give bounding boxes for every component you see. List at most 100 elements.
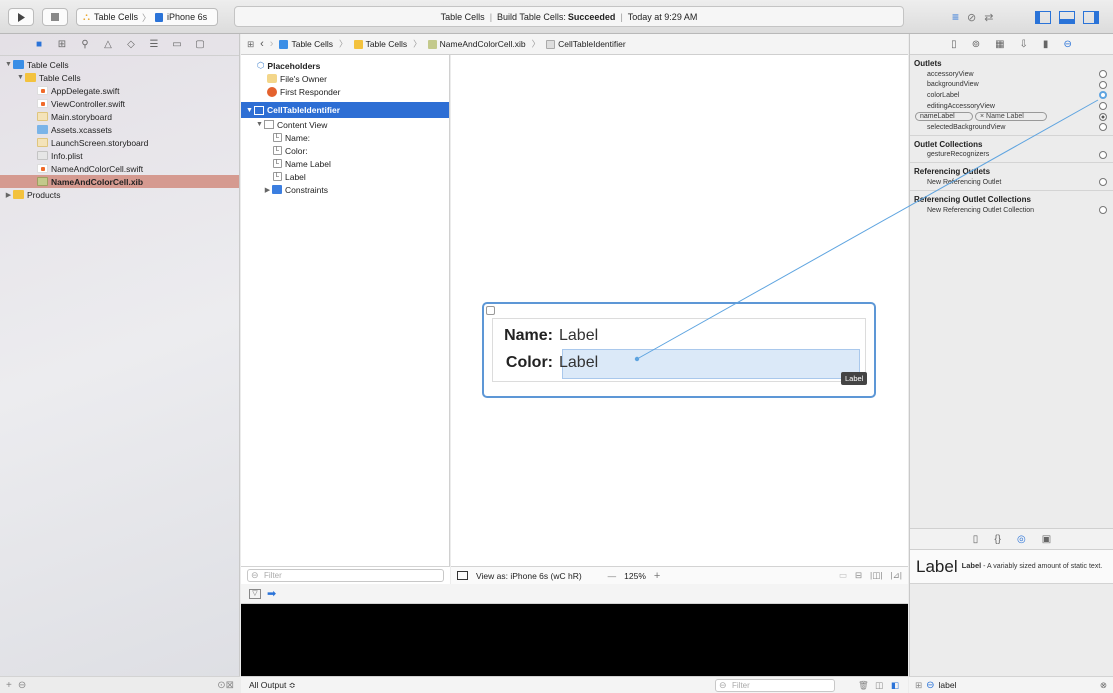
disclosure-triangle[interactable]: ▼ [16,74,25,81]
disclosure-triangle[interactable]: ▼ [4,61,13,68]
console-filter-input[interactable]: Filter [715,679,835,692]
run-button[interactable] [8,8,34,26]
size-icon[interactable]: ▮ [1043,39,1049,50]
navigator-item[interactable]: Main.storyboard [0,110,239,123]
outlet-connection-pill[interactable]: nameLabel × Name Label [915,112,1047,122]
color-value-label[interactable]: Label [559,354,598,372]
outline-files-owner[interactable]: File's Owner [241,72,449,85]
standard-editor-icon[interactable]: ≡ [952,10,959,24]
connection-well-icon[interactable] [1099,112,1107,121]
connection-well-icon[interactable] [1099,70,1107,79]
outline-cell[interactable]: ▼ CellTableIdentifier [241,102,449,118]
report-icon[interactable]: ▢ [195,39,206,50]
connection-well-icon[interactable] [1099,91,1107,100]
zoom-out-button[interactable]: — [608,571,617,581]
view-as-label[interactable]: View as: iPhone 6s (wC hR) [476,571,582,581]
navigator-item[interactable]: Info.plist [0,149,239,162]
scm-icon[interactable]: ⊠ [226,680,234,691]
debug-toggle-icon[interactable] [1059,10,1075,24]
object-library-icon[interactable]: ◎ [1017,534,1026,545]
scheme-selector[interactable]: ⛬ Table Cells 〉 iPhone 6s [76,8,218,26]
navigator-toggle-icon[interactable] [1035,10,1051,24]
connection-well-icon[interactable] [1099,102,1107,111]
navigator-item[interactable]: NameAndColorCell.swift [0,162,239,175]
file-template-icon[interactable]: ▯ [973,534,979,545]
split-left-icon[interactable]: ◫ [875,680,883,691]
symbol-icon[interactable]: ⊞ [57,39,68,50]
crumb-file[interactable]: NameAndColorCell.xib [427,39,526,49]
zoom-in-button[interactable]: + [654,570,660,582]
outline-toggle-icon[interactable] [457,571,468,580]
align-icon[interactable]: ⊟ [855,570,862,581]
breakpoints-toggle-icon[interactable]: ➡ [267,587,276,600]
outline-filter-input[interactable]: Filter [247,569,444,582]
recent-files-icon[interactable]: ⊙ [217,680,225,691]
pin-icon[interactable]: |◫| [870,570,882,581]
folder-icon[interactable]: ■ [34,39,45,50]
media-library-icon[interactable]: ▣ [1042,534,1051,545]
back-icon[interactable]: ‹ [260,38,264,50]
navigator-item[interactable]: ▼ Table Cells [0,71,239,84]
color-key-label[interactable]: Color: [499,354,553,372]
assistant-editor-icon[interactable]: ⊘ [967,11,976,24]
clear-search-icon[interactable]: ⊗ [1100,680,1107,691]
outline-label-name-label[interactable]: L Name Label [241,157,449,170]
outline-label-color[interactable]: L Color: [241,144,449,157]
disclosure-triangle[interactable]: ▶ [4,191,13,199]
search-icon[interactable]: ⚲ [80,39,91,50]
table-cell-prototype[interactable]: Name: Label Color: Label [482,302,876,398]
name-value-label[interactable]: Label [559,327,598,345]
connection-well-icon[interactable] [1099,123,1107,132]
filter-icon[interactable]: ⊖ [12,680,217,691]
utilities-toggle-icon[interactable] [1083,10,1099,24]
navigator-item[interactable]: ViewController.swift [0,97,239,110]
outline-filter-bar: Filter [241,566,450,584]
crumb-group[interactable]: Table Cells [353,39,407,49]
outline-content-view[interactable]: ▼ Content View [241,118,449,131]
connection-well-icon[interactable] [1099,178,1107,187]
outline-first-responder[interactable]: First Responder [241,85,449,98]
outline-constraints[interactable]: ▶ Constraints [241,183,449,196]
split-right-icon[interactable]: ◧ [891,680,899,691]
help-icon[interactable]: ⊚ [972,39,980,50]
outline-label-label[interactable]: L Label [241,170,449,183]
connection-well-icon[interactable] [1099,206,1107,215]
trash-icon[interactable]: 🗑 [858,680,869,691]
library-item-label[interactable]: Label Label - A variably sized amount of… [910,550,1113,584]
crumb-project[interactable]: Table Cells [279,39,333,49]
warning-icon[interactable]: △ [103,39,114,50]
navigator-item[interactable]: ▶ Products [0,188,239,201]
crumb-cell[interactable]: CellTableIdentifier [546,39,626,49]
navigator-item[interactable]: ▼ Table Cells [0,58,239,71]
outline-label-name[interactable]: L Name: [241,131,449,144]
output-selector[interactable]: All Output ≎ [249,680,296,691]
navigator-item[interactable]: AppDelegate.swift [0,84,239,97]
connection-well-icon[interactable] [1099,150,1107,159]
version-editor-icon[interactable]: ⇄ [984,11,993,24]
cell-close-icon[interactable] [486,306,495,315]
navigator-item[interactable]: LaunchScreen.storyboard [0,136,239,149]
forward-icon[interactable]: › [270,38,274,50]
related-items-icon[interactable]: ⊞ [247,39,254,50]
console-output[interactable] [241,604,908,676]
debug-icon[interactable]: ☰ [149,39,160,50]
grid-view-icon[interactable]: ⊞ [915,680,922,691]
file-icon[interactable]: ▯ [951,39,957,50]
code-snippet-icon[interactable]: {} [994,534,1001,545]
outline-placeholders[interactable]: ⬡ Placeholders [241,59,449,72]
stop-button[interactable] [42,8,68,26]
name-key-label[interactable]: Name: [499,327,553,345]
navigator-item[interactable]: Assets.xcassets [0,123,239,136]
attributes-icon[interactable]: ⇩ [1020,39,1028,50]
hide-debug-icon[interactable]: ▽ [249,588,261,599]
color-value-label-selected[interactable] [562,349,860,379]
resolve-icon[interactable]: |⊿| [890,570,908,581]
test-icon[interactable]: ◇ [126,39,137,50]
embed-icon[interactable]: ▭ [839,570,847,581]
connections-icon[interactable]: ⊖ [1063,39,1071,50]
connection-well-icon[interactable] [1099,80,1107,89]
identity-icon[interactable]: ▦ [995,39,1004,50]
library-search-input[interactable]: label [939,680,1096,690]
breakpoint-icon[interactable]: ▭ [172,39,183,50]
navigator-item[interactable]: NameAndColorCell.xib [0,175,239,188]
